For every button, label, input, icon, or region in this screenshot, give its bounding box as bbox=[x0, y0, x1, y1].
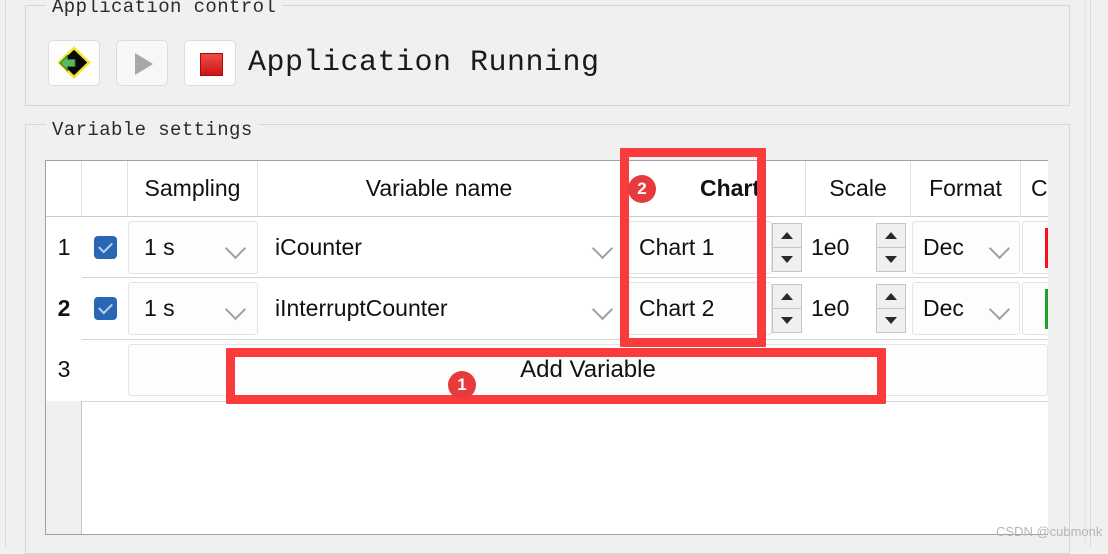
row-enabled-checkbox[interactable] bbox=[82, 217, 128, 278]
annotation-box-add-variable bbox=[226, 348, 886, 404]
variable-settings-group-title: Variable settings bbox=[46, 119, 259, 141]
annotation-badge-1: 1 bbox=[448, 371, 476, 399]
row-number: 1 bbox=[46, 217, 82, 278]
scale-spinner-down[interactable] bbox=[876, 247, 906, 272]
download-button[interactable] bbox=[48, 40, 100, 86]
chevron-down-icon bbox=[591, 237, 614, 260]
chart-spinner-up[interactable] bbox=[772, 284, 802, 308]
scale-value: 1e0 bbox=[811, 234, 850, 260]
chart-spinner[interactable] bbox=[772, 284, 802, 333]
table-header-variable-name[interactable]: Variable name bbox=[258, 161, 621, 216]
format-value: Dec bbox=[923, 295, 964, 321]
window-left-edge bbox=[5, 0, 6, 547]
format-value: Dec bbox=[923, 234, 964, 260]
download-icon bbox=[57, 46, 91, 79]
chart-spinner-down[interactable] bbox=[772, 247, 802, 272]
table-left-gutter bbox=[46, 401, 82, 534]
checkbox-checked-icon bbox=[93, 297, 117, 320]
checkbox-checked-icon bbox=[93, 236, 117, 259]
sampling-value: 1 s bbox=[144, 234, 175, 260]
window-right-edge bbox=[1090, 0, 1091, 547]
table-header-row: Sampling Variable name Chart Scale Forma… bbox=[46, 161, 1048, 217]
table-header-format[interactable]: Format bbox=[911, 161, 1021, 216]
variable-name-value: iCounter bbox=[275, 234, 362, 260]
color-picker[interactable] bbox=[1022, 282, 1048, 335]
format-dropdown[interactable]: Dec bbox=[912, 221, 1020, 274]
stop-icon bbox=[200, 53, 223, 76]
scale-value: 1e0 bbox=[811, 295, 850, 321]
sampling-value: 1 s bbox=[144, 295, 175, 321]
chevron-down-icon bbox=[224, 298, 247, 321]
table-header-color[interactable]: Color bbox=[1021, 161, 1048, 216]
window-inner-right-edge bbox=[1085, 0, 1086, 547]
chevron-down-icon bbox=[988, 298, 1011, 321]
scale-spinner-up[interactable] bbox=[876, 223, 906, 247]
scale-spinner[interactable] bbox=[876, 284, 906, 333]
row-enabled-checkbox[interactable] bbox=[82, 278, 128, 339]
scale-field[interactable]: 1e0 bbox=[806, 221, 874, 274]
sampling-dropdown[interactable]: 1 s bbox=[128, 221, 258, 274]
run-button[interactable] bbox=[116, 40, 168, 86]
play-icon bbox=[135, 53, 153, 75]
application-status-text: Application Running bbox=[248, 46, 600, 80]
watermark: CSDN @cubmonk bbox=[996, 524, 1103, 539]
table-row: 2 1 s iInterruptCounter Chart 2 1e0 Dec bbox=[46, 278, 1048, 340]
row-number: 3 bbox=[46, 339, 82, 400]
sampling-dropdown[interactable]: 1 s bbox=[128, 282, 258, 335]
color-swatch bbox=[1045, 227, 1048, 268]
application-control-group-title: Application control bbox=[46, 0, 283, 18]
table-header-scale[interactable]: Scale bbox=[806, 161, 911, 216]
scale-field[interactable]: 1e0 bbox=[806, 282, 874, 335]
stop-button[interactable] bbox=[184, 40, 236, 86]
scale-spinner[interactable] bbox=[876, 223, 906, 272]
format-dropdown[interactable]: Dec bbox=[912, 282, 1020, 335]
scale-spinner-down[interactable] bbox=[876, 308, 906, 333]
scale-spinner-up[interactable] bbox=[876, 284, 906, 308]
table-empty-body bbox=[82, 401, 1048, 534]
color-swatch bbox=[1045, 288, 1048, 329]
chevron-down-icon bbox=[224, 237, 247, 260]
annotation-badge-2: 2 bbox=[628, 175, 656, 203]
chevron-down-icon bbox=[988, 237, 1011, 260]
table-row: 1 1 s iCounter Chart 1 1e0 Dec bbox=[46, 217, 1048, 278]
variable-name-value: iInterruptCounter bbox=[275, 295, 448, 321]
table-header-rownum bbox=[46, 161, 82, 216]
app-window: Application control Application Running … bbox=[0, 0, 1108, 554]
variable-name-dropdown[interactable]: iInterruptCounter bbox=[258, 282, 621, 335]
variable-name-dropdown[interactable]: iCounter bbox=[258, 221, 621, 274]
chevron-down-icon bbox=[591, 298, 614, 321]
chart-spinner-up[interactable] bbox=[772, 223, 802, 247]
table-header-sampling[interactable]: Sampling bbox=[128, 161, 258, 216]
chart-spinner-down[interactable] bbox=[772, 308, 802, 333]
row-number: 2 bbox=[46, 278, 82, 339]
chart-spinner[interactable] bbox=[772, 223, 802, 272]
table-header-enabled bbox=[82, 161, 128, 216]
color-picker[interactable] bbox=[1022, 221, 1048, 274]
